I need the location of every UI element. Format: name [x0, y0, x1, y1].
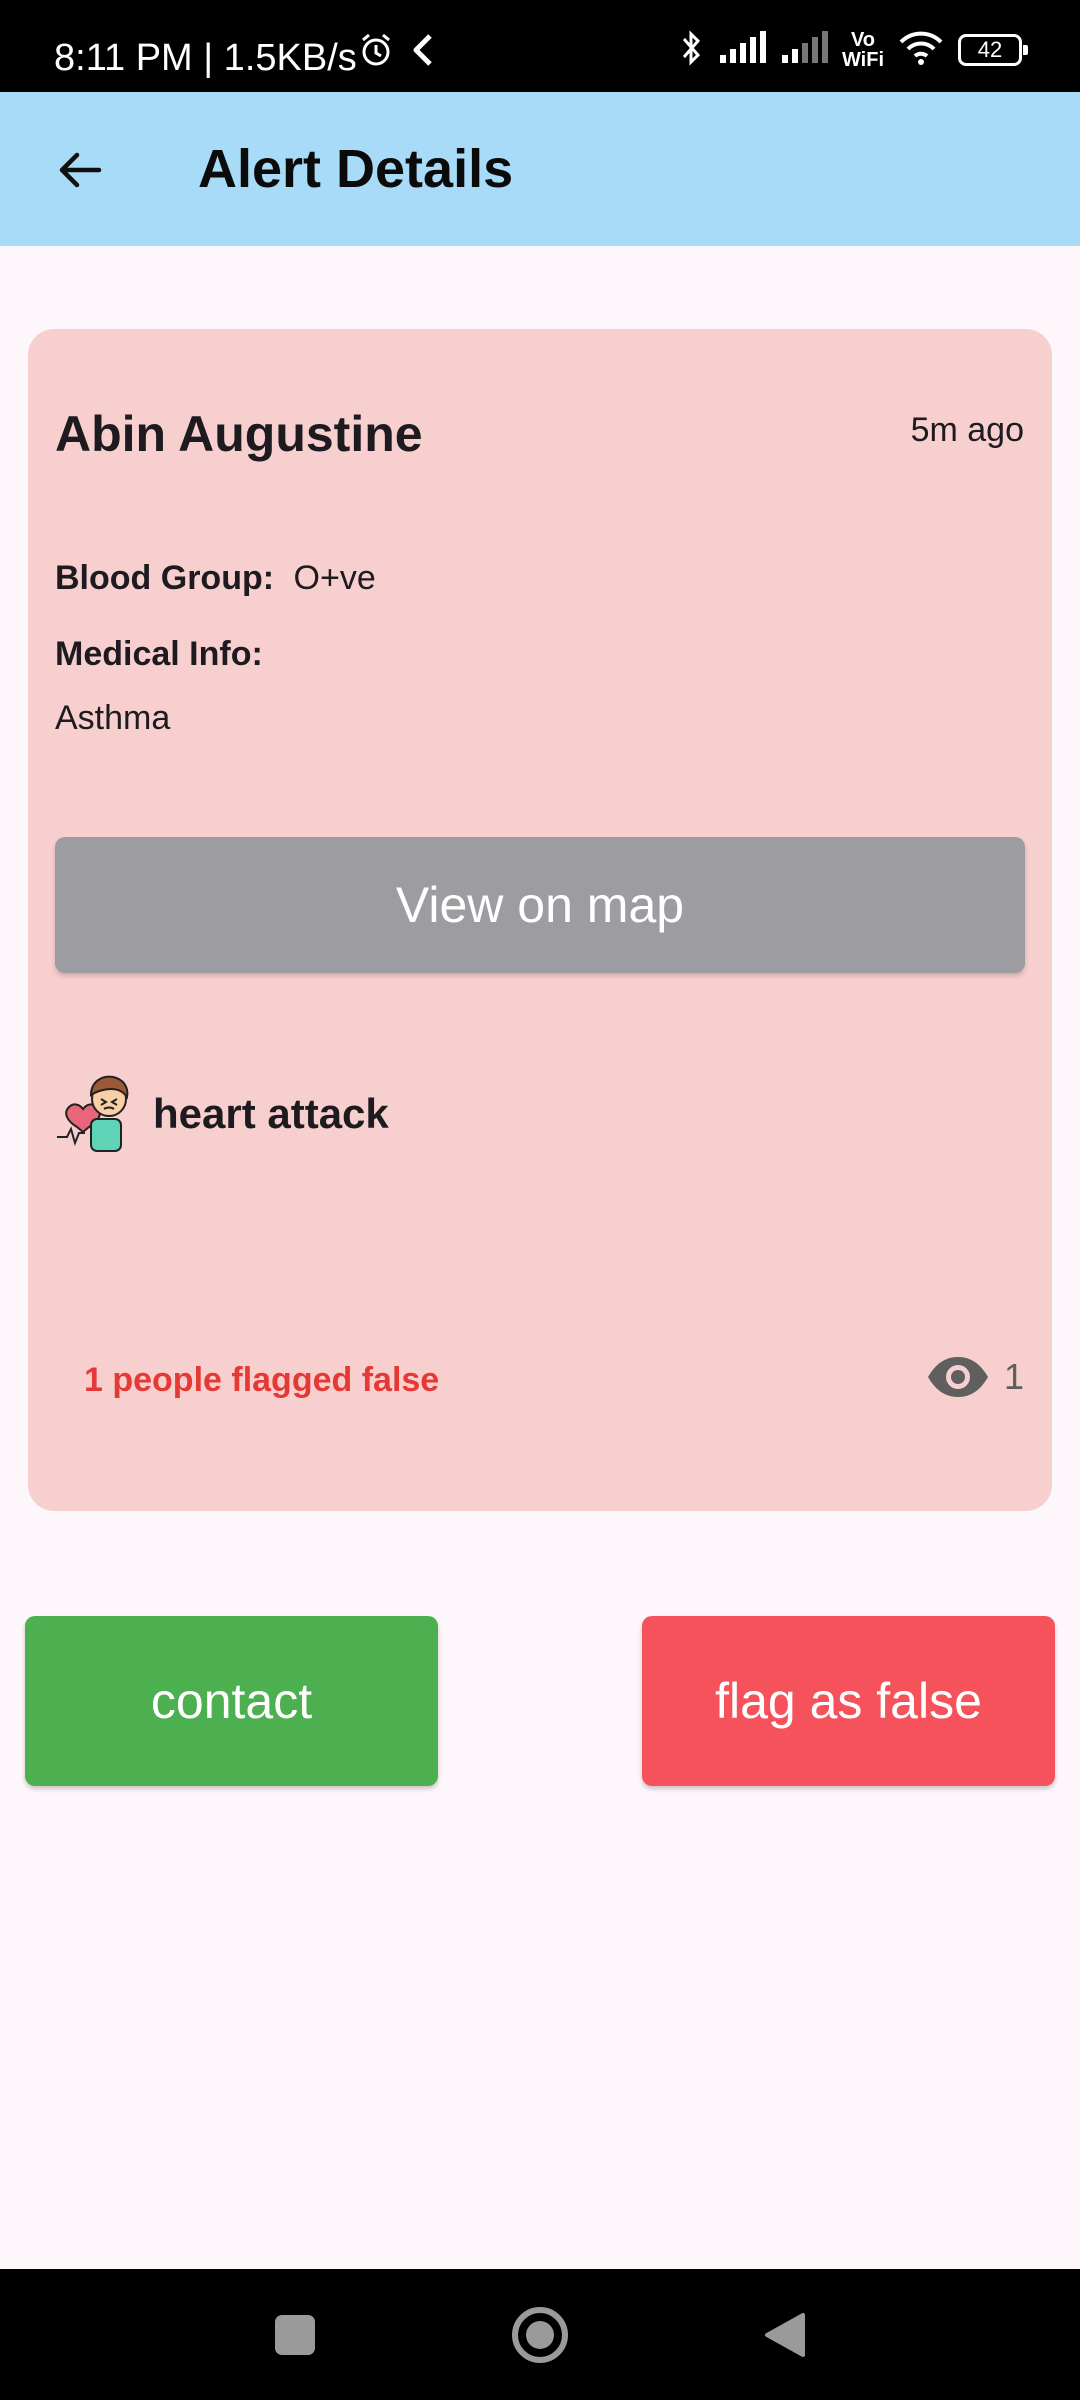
flag-as-false-button[interactable]: flag as false	[642, 1616, 1055, 1786]
signal-weak-icon	[780, 30, 828, 70]
status-bar: 8:11 PM | 1.5KB/s Vo WiFi 42	[0, 0, 1080, 92]
back-triangle-icon	[765, 2312, 805, 2357]
view-on-map-button[interactable]: View on map	[55, 837, 1025, 973]
flagged-count-text: 1 people flagged false	[84, 1361, 440, 1399]
flash-icon	[408, 32, 438, 73]
home-button[interactable]	[490, 2269, 590, 2400]
back-button[interactable]	[44, 134, 116, 206]
bluetooth-icon	[680, 28, 704, 73]
medical-info-label: Medical Info:	[55, 635, 263, 673]
blood-group-row: Blood Group: O+ve	[55, 559, 376, 598]
recents-button[interactable]	[245, 2269, 345, 2400]
medical-info-value: Asthma	[55, 699, 171, 737]
alarm-icon	[358, 32, 394, 73]
battery-icon: 42	[958, 34, 1028, 66]
status-left-icons	[358, 32, 438, 72]
home-circle-icon	[512, 2306, 568, 2363]
alert-time: 5m ago	[910, 411, 1024, 449]
view-count-value: 1	[1003, 1356, 1024, 1397]
person-name: Abin Augustine	[55, 406, 423, 462]
blood-group-label: Blood Group:	[55, 559, 275, 597]
system-nav-bar	[0, 2269, 1080, 2400]
emergency-type: heart attack	[55, 1069, 389, 1159]
status-right-icons: Vo WiFi 42	[680, 28, 1028, 73]
emergency-type-label: heart attack	[153, 1090, 389, 1137]
alert-card: Abin Augustine 5m ago Blood Group: O+ve …	[28, 329, 1052, 1511]
eye-icon	[927, 1357, 988, 1397]
blood-group-value: O+ve	[293, 559, 376, 597]
wifi-icon	[898, 30, 944, 71]
app-bar: Alert Details	[0, 92, 1080, 246]
recents-square-icon	[275, 2314, 315, 2355]
vowifi-icon: Vo WiFi	[841, 29, 884, 71]
heart-attack-illustration-icon	[55, 1069, 141, 1160]
back-nav-button[interactable]	[735, 2269, 835, 2400]
view-count: 1	[926, 1355, 1024, 1399]
signal-icon	[718, 30, 766, 70]
arrow-left-icon	[59, 152, 102, 188]
status-time: 8:11 PM | 1.5KB/s	[54, 37, 357, 79]
contact-button[interactable]: contact	[25, 1616, 438, 1786]
page-title: Alert Details	[198, 139, 514, 199]
